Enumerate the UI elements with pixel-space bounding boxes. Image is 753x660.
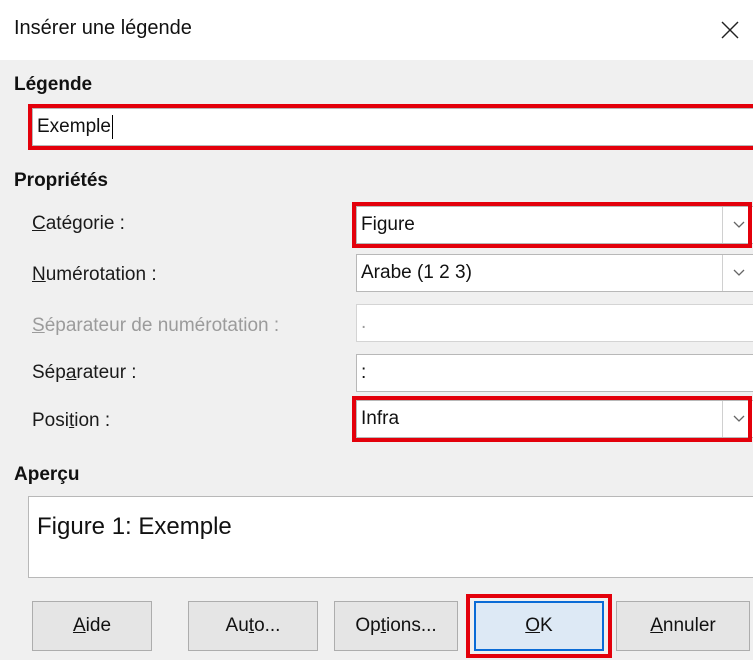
numbering-dropdown-button[interactable] — [722, 255, 753, 291]
caption-heading: Légende — [14, 74, 93, 95]
category-label: Catégorie : — [32, 213, 125, 235]
numbering-separator-label-mnemonic: S — [32, 315, 45, 336]
title-bar: Insérer une légende — [0, 0, 753, 60]
caption-input-highlight — [28, 104, 753, 150]
numbering-separator-label: Séparateur de numérotation : — [32, 315, 279, 337]
close-icon — [721, 21, 739, 39]
numbering-value: Arabe (1 2 3) — [361, 262, 472, 283]
separator-label: Séparateur : — [32, 362, 137, 384]
category-label-text: atégorie : — [45, 213, 125, 234]
options-button-before: Op — [355, 615, 381, 636]
properties-heading: Propriétés — [14, 170, 108, 191]
numbering-label-mnemonic: N — [32, 264, 46, 285]
category-label-mnemonic: C — [32, 213, 46, 234]
numbering-separator-value: . — [361, 312, 367, 333]
dialog-title: Insérer une légende — [14, 17, 192, 39]
options-button-label: ions... — [385, 615, 437, 636]
position-highlight — [352, 396, 752, 442]
cancel-button[interactable]: Annuler — [616, 601, 750, 651]
numbering-label-text: umérotation : — [45, 264, 157, 285]
cancel-button-label: nnuler — [662, 615, 716, 636]
numbering-combobox[interactable]: Arabe (1 2 3) — [356, 254, 753, 292]
preview-text: Figure 1: Exemple — [37, 513, 232, 540]
help-button-mnemonic: A — [72, 615, 86, 636]
options-button[interactable]: Op t ions... — [334, 601, 458, 651]
category-highlight — [352, 202, 752, 248]
auto-button[interactable]: Au t o... — [188, 601, 318, 651]
cancel-button-mnemonic: A — [650, 615, 663, 636]
position-label-text: ion : — [74, 410, 111, 431]
insert-caption-dialog: Insérer une légende Légende Exemple Prop… — [0, 0, 753, 660]
help-button-label: ide — [85, 615, 112, 636]
separator-label-text: rateur : — [76, 362, 137, 383]
preview-box: Figure 1: Exemple — [28, 496, 753, 578]
close-button[interactable] — [707, 0, 753, 60]
position-label: Position : — [32, 410, 110, 432]
separator-value: : — [361, 362, 367, 383]
help-button[interactable]: Aide — [32, 601, 152, 651]
numbering-separator-input[interactable]: . — [356, 304, 753, 342]
separator-label-before: Sép — [32, 362, 66, 383]
ok-button-highlight — [466, 594, 612, 658]
numbering-label: Numérotation : — [32, 264, 157, 286]
numbering-separator-label-text: éparateur de numérotation : — [44, 315, 280, 336]
separator-label-mnemonic: a — [65, 362, 77, 383]
auto-button-label: o... — [254, 615, 281, 636]
separator-input[interactable]: : — [356, 354, 753, 392]
chevron-down-icon — [733, 269, 745, 276]
auto-button-before: Au — [225, 615, 249, 636]
position-label-before: Posi — [32, 410, 69, 431]
preview-heading: Aperçu — [14, 464, 80, 485]
